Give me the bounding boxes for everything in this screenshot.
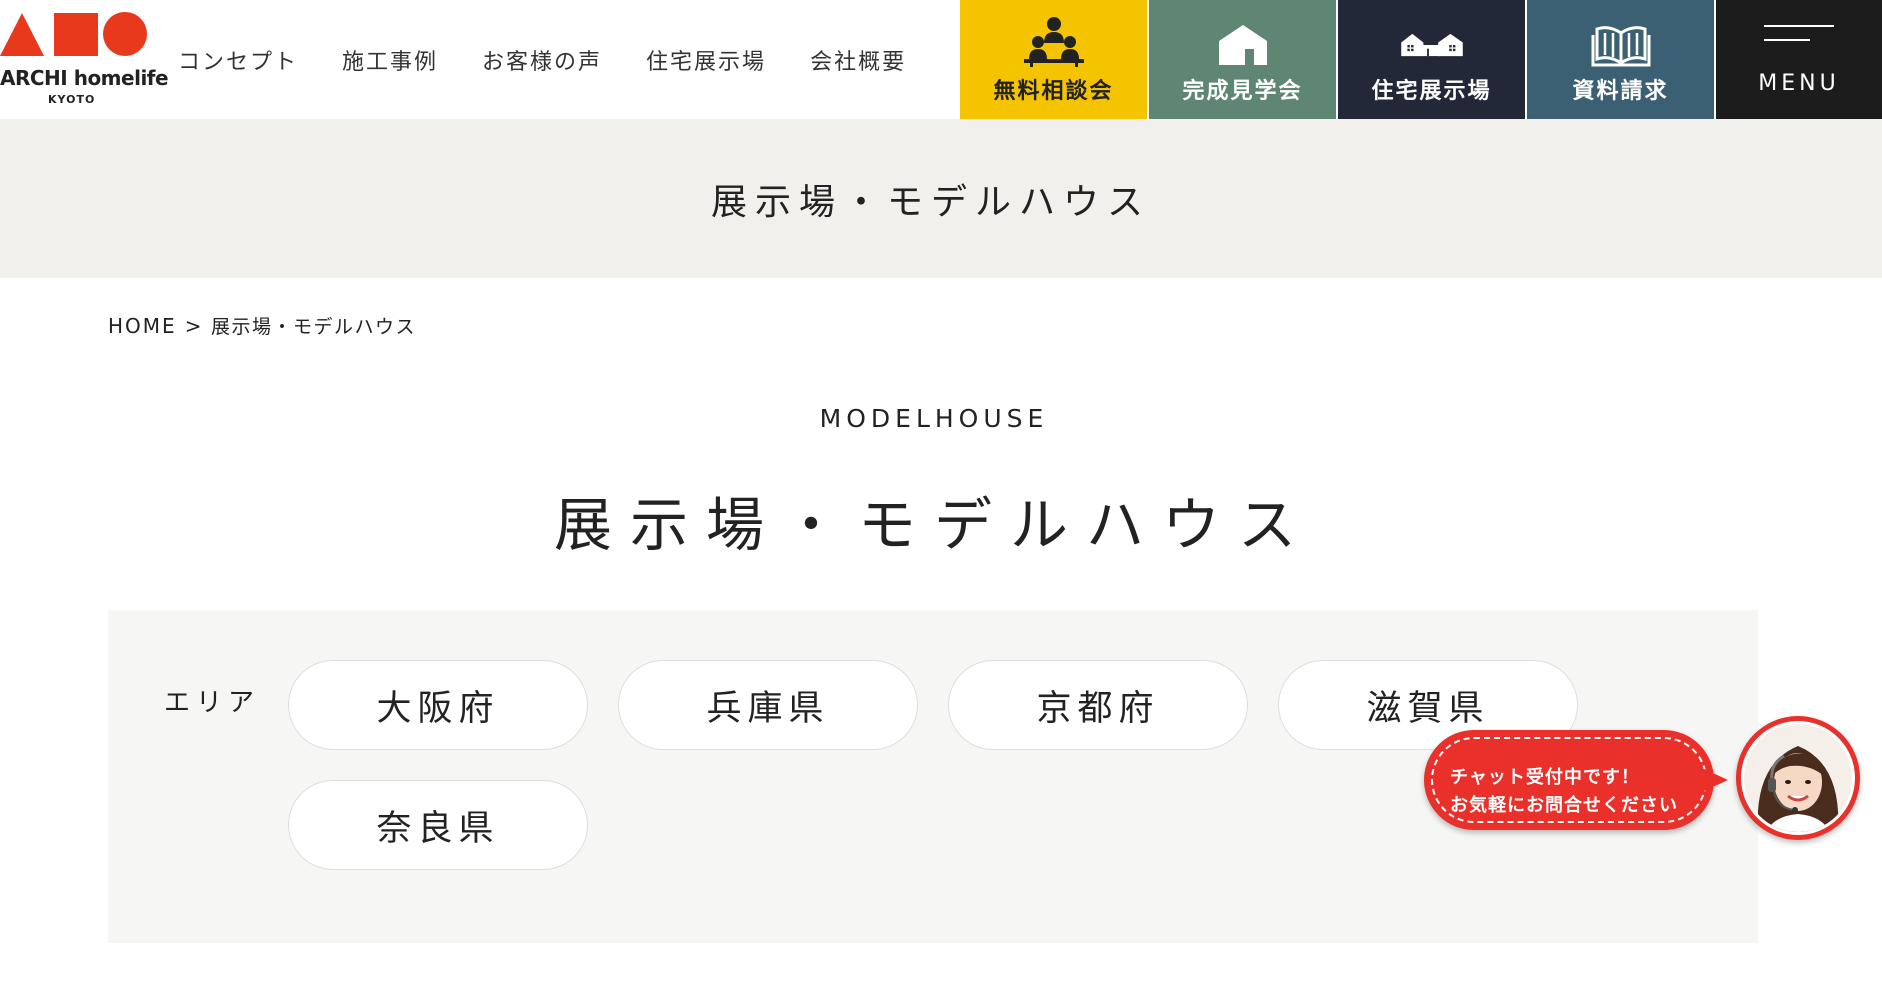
chat-operator-avatar[interactable] [1736, 716, 1860, 840]
chat-bubble-text: チャット受付中です！ お気軽にお問合せください [1450, 764, 1678, 820]
site-header: ARCHI homelife KYOTO コンセプト 施工事例 お客様の声 住宅… [0, 0, 1882, 119]
breadcrumb: HOME > 展示場・モデルハウス [108, 312, 416, 339]
book-icon [1589, 15, 1653, 67]
section-heading-en: MODELHOUSE [819, 404, 1049, 433]
breadcrumb-separator: > [184, 314, 203, 338]
nav-item-showroom[interactable]: 住宅展示場 [646, 44, 766, 76]
hamburger-icon [1764, 23, 1834, 53]
menu-label: MENU [1758, 71, 1840, 96]
site-logo[interactable]: ARCHI homelife KYOTO [0, 10, 169, 110]
page-title: 展示場・モデルハウス [710, 181, 1151, 223]
area-option-osaka[interactable]: 大阪府 [288, 660, 588, 750]
operator-avatar-icon [1741, 721, 1855, 835]
showroom-label: 住宅展示場 [1371, 78, 1492, 104]
chat-line-1: チャット受付中です！ [1450, 767, 1640, 788]
nav-item-works[interactable]: 施工事例 [342, 44, 438, 76]
chat-bubble[interactable]: チャット受付中です！ お気軽にお問合せください [1424, 730, 1714, 830]
breadcrumb-home-link[interactable]: HOME [108, 314, 177, 338]
nav-item-company[interactable]: 会社概要 [810, 44, 906, 76]
area-filter-label: エリア [164, 688, 261, 718]
request-materials-button[interactable]: 資料請求 [1527, 0, 1714, 119]
section-heading-ja: 展示場・モデルハウス [553, 491, 1314, 559]
logo-text: ARCHI homelife [0, 66, 169, 90]
nav-item-concept[interactable]: コンセプト [178, 44, 298, 76]
chat-bubble-tail [1702, 768, 1728, 792]
breadcrumb-current: 展示場・モデルハウス [210, 316, 416, 338]
house-icon [1211, 15, 1275, 67]
meeting-icon [1022, 15, 1086, 67]
showroom-button[interactable]: 住宅展示場 [1338, 0, 1525, 119]
nav-item-voices[interactable]: お客様の声 [482, 44, 602, 76]
chat-line-2: お気軽にお問合せください [1450, 795, 1678, 816]
page-title-band: 展示場・モデルハウス [0, 119, 1882, 278]
open-house-label: 完成見学会 [1182, 78, 1303, 104]
houses-icon [1400, 15, 1464, 67]
logo-subtext: KYOTO [48, 93, 96, 106]
logo-shapes-icon [0, 12, 147, 56]
chat-widget[interactable]: チャット受付中です！ お気軽にお問合せください [1420, 712, 1880, 847]
area-option-hyogo[interactable]: 兵庫県 [618, 660, 918, 750]
area-option-kyoto[interactable]: 京都府 [948, 660, 1248, 750]
global-nav: コンセプト 施工事例 お客様の声 住宅展示場 会社概要 [178, 0, 950, 119]
open-house-button[interactable]: 完成見学会 [1149, 0, 1336, 119]
free-consultation-button[interactable]: 無料相談会 [960, 0, 1147, 119]
free-consultation-label: 無料相談会 [993, 78, 1114, 104]
menu-button[interactable]: MENU [1716, 0, 1882, 119]
area-option-nara[interactable]: 奈良県 [288, 780, 588, 870]
request-materials-label: 資料請求 [1572, 78, 1669, 104]
